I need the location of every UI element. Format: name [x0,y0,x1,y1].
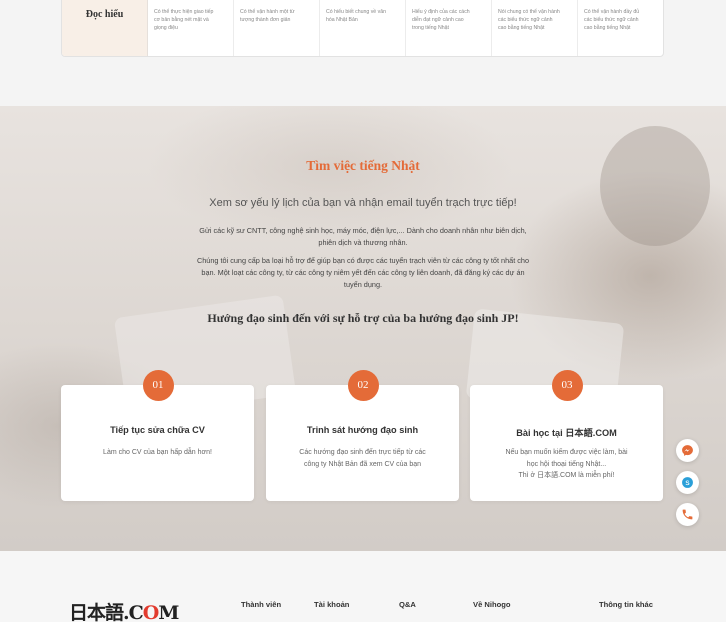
card-text-line: Làm cho CV của bạn hấp dẫn hơn! [103,449,212,456]
skill-cell: Có thể thực hiện giao tiếp cơ bản bằng n… [148,0,234,56]
skill-text: các biểu thức ngữ cảnh [498,16,553,23]
skills-row-label: Đọc hiểu [85,9,124,20]
hero-subtitle: Xem sơ yếu lý lịch của bạn và nhận email… [209,197,517,209]
skills-section: Đọc hiểu Có thể thực hiện giao tiếp cơ b… [0,0,726,106]
skill-cell: Có thể vận hành một từ tượng thành đơn g… [234,0,320,56]
footer-nav-qa[interactable]: Q&A [399,600,416,609]
skill-text: cơ bản bằng nét mặt và [154,16,209,23]
card-title: Bài học tại 日本語.COM [516,428,617,438]
skills-row-header: Đọc hiểu [62,0,148,56]
hero-text-line: Chúng tôi cung cấp ba loại hỗ trợ để giú… [196,256,530,265]
step-number-badge: 02 [347,370,379,401]
skill-text: giọng điệu [154,24,178,31]
step-number-badge: 01 [142,370,174,401]
hero-text-line: phiên dịch và thương nhân. [318,238,408,247]
skill-cell: Có thể vận hành đầy đủ các biểu thức ngữ… [578,0,663,56]
skill-text: Có hiểu biết chung về văn [326,9,386,15]
card-text-line: Thì ở 日本語.COM là miễn phí! [518,472,615,479]
card-text-line: học hội thoại tiếng Nhật... [526,460,607,468]
skill-cell: Có hiểu biết chung về văn hóa Nhật Bản [320,0,406,56]
hero-text-line: bạn. Một loạt các công ty, từ các công t… [201,268,525,277]
card-text-line: công ty Nhật Bản đã xem CV của bạn [303,460,422,468]
job-search-hero: Tìm việc tiếng Nhật Xem sơ yếu lý lịch c… [0,106,726,551]
logo-text: M [158,602,179,622]
footer-nav-about[interactable]: Về Nihogo [473,600,511,609]
card-description: Các hướng đạo sinh đến trực tiếp từ các … [284,447,441,470]
skill-text: diễn đạt ngữ cảnh cao [412,16,464,23]
skill-text: Nói chung có thể vận hành [498,9,560,15]
hero-paragraph-2: Chúng tôi cung cấp ba loại hỗ trợ để giú… [165,255,561,291]
skill-text: hóa Nhật Bản [326,16,358,23]
step-number-badge: 03 [551,370,583,401]
messenger-icon [682,445,693,456]
footer: 日本語.COM Thành viên Tài khoản Q&A Về Niho… [0,551,726,622]
skype-icon [682,477,693,488]
skill-text: Có thể thực hiện giao tiếp [154,9,214,15]
support-card-cv[interactable]: 01 Tiếp tục sửa chữa CV Làm cho CV của b… [61,370,254,501]
logo-text-accent: O [142,602,160,622]
skill-text: cao bằng tiếng Nhật [584,24,631,31]
hero-bg-person-shape [600,126,710,246]
hero-text-line: Gửi các kỹ sư CNTT, công nghệ sinh học, … [199,226,527,235]
messenger-button[interactable] [676,439,699,462]
card-text-line: Nếu bạn muốn kiếm được việc làm, bài [505,449,628,456]
skill-cell: Hiểu ý định của các cách diễn đạt ngữ cả… [406,0,492,56]
skill-text: cao bằng tiếng Nhật [498,24,545,31]
skill-text: các biểu thức ngữ cảnh [584,16,639,23]
skill-text: trong tiếng Nhật [412,24,449,31]
skype-button[interactable] [676,471,699,494]
card-title: Trinh sát hướng đạo sinh [306,425,419,435]
hero-paragraph-1: Gửi các kỹ sư CNTT, công nghệ sinh học, … [165,225,561,249]
phone-icon [682,509,693,520]
skill-cell: Nói chung có thể vận hành các biểu thức … [492,0,578,56]
skill-text: Có thể vận hành một từ [240,9,295,15]
card-description: Nếu bạn muốn kiếm được việc làm, bài học… [488,447,645,482]
footer-nav-account[interactable]: Tài khoản [314,600,349,609]
hero-text-line: tuyển dụng. [343,280,383,289]
card-description: Làm cho CV của bạn hấp dẫn hơn! [79,447,236,459]
footer-nav-other-info[interactable]: Thông tin khác [599,600,653,609]
card-title: Tiếp tục sửa chữa CV [110,425,205,435]
phone-button[interactable] [676,503,699,526]
support-card-scout[interactable]: 02 Trinh sát hướng đạo sinh Các hướng đạ… [266,370,459,501]
page: Đọc hiểu Có thể thực hiện giao tiếp cơ b… [0,0,726,622]
hero-title: Tìm việc tiếng Nhật [306,158,420,173]
footer-nav-members[interactable]: Thành viên [241,600,281,609]
card-text-line: Các hướng đạo sinh đến trực tiếp từ các [299,449,426,456]
skill-text: Hiểu ý định của các cách [412,9,470,15]
skill-text: Có thể vận hành đầy đủ [584,9,640,15]
logo-text: 日本語.C [69,602,144,622]
support-card-lessons[interactable]: 03 Bài học tại 日本語.COM Nếu bạn muốn kiếm… [470,370,663,501]
site-logo[interactable]: 日本語.COM [69,598,179,622]
guide-title: Hướng đạo sinh đến với sự hỗ trợ của ba … [207,311,519,325]
skills-table: Đọc hiểu Có thể thực hiện giao tiếp cơ b… [61,0,664,57]
skill-text: tượng thành đơn giản [240,16,291,23]
